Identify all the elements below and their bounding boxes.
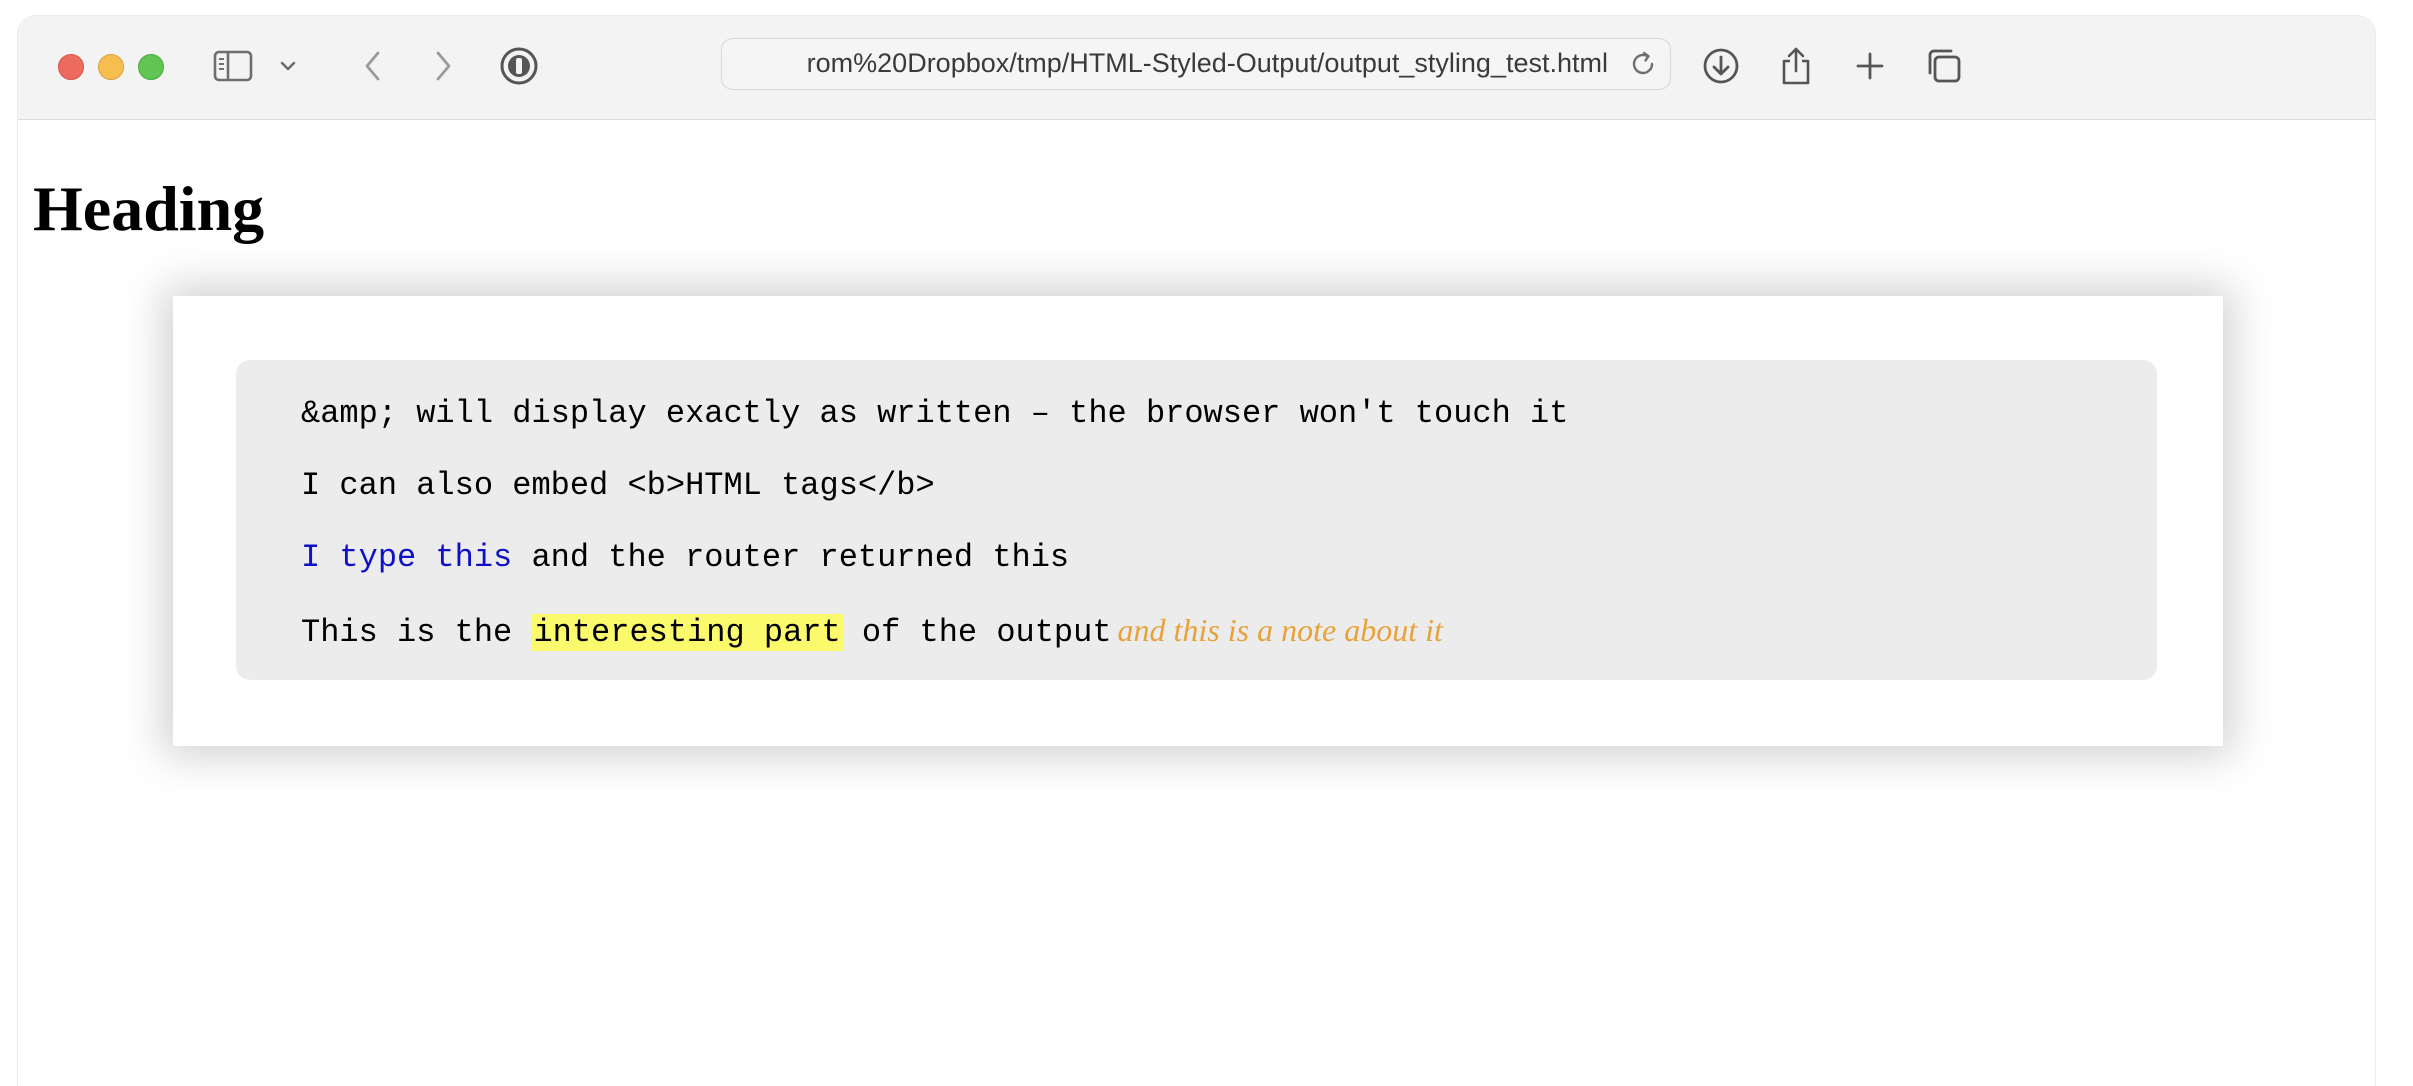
output-line-3: I type this and the router returned this: [301, 522, 2157, 594]
output-card: &amp; will display exactly as written – …: [173, 296, 2223, 746]
typed-input-text: I type this: [301, 539, 513, 576]
output-line-1: &amp; will display exactly as written – …: [301, 395, 1569, 432]
plus-icon[interactable]: [1848, 46, 1892, 86]
reload-icon[interactable]: [1628, 49, 1658, 79]
address-bar[interactable]: rom%20Dropbox/tmp/HTML-Styled-Output/out…: [721, 38, 1671, 90]
chevron-down-icon[interactable]: [273, 46, 303, 86]
maximize-window-button[interactable]: [138, 54, 164, 80]
page-content: Heading &amp; will display exactly as wr…: [18, 120, 2375, 1086]
router-response-text: and the router returned this: [512, 539, 1070, 576]
output-text-after: of the output: [842, 614, 1112, 651]
close-window-button[interactable]: [58, 54, 84, 80]
password-manager-icon[interactable]: [497, 46, 541, 86]
output-note: and this is a note about it: [1117, 612, 1443, 648]
chevron-left-icon[interactable]: [353, 46, 393, 86]
highlighted-text: interesting part: [531, 614, 843, 651]
browser-toolbar: rom%20Dropbox/tmp/HTML-Styled-Output/out…: [18, 16, 2375, 120]
download-icon[interactable]: [1699, 46, 1743, 86]
tab-overview-icon[interactable]: [1922, 46, 1966, 86]
output-line-2: I can also embed <b>HTML tags</b>: [301, 467, 935, 504]
page-heading: Heading: [33, 173, 265, 244]
output-line-4: This is the interesting part of the outp…: [301, 594, 2157, 666]
output-text-before: This is the: [301, 614, 532, 651]
sidebar-icon[interactable]: [211, 46, 255, 86]
chevron-right-icon[interactable]: [423, 46, 463, 86]
minimize-window-button[interactable]: [98, 54, 124, 80]
output-block: &amp; will display exactly as written – …: [236, 360, 2157, 680]
browser-window: rom%20Dropbox/tmp/HTML-Styled-Output/out…: [18, 16, 2375, 1086]
url-text[interactable]: rom%20Dropbox/tmp/HTML-Styled-Output/out…: [722, 39, 1608, 88]
share-icon[interactable]: [1774, 46, 1818, 86]
